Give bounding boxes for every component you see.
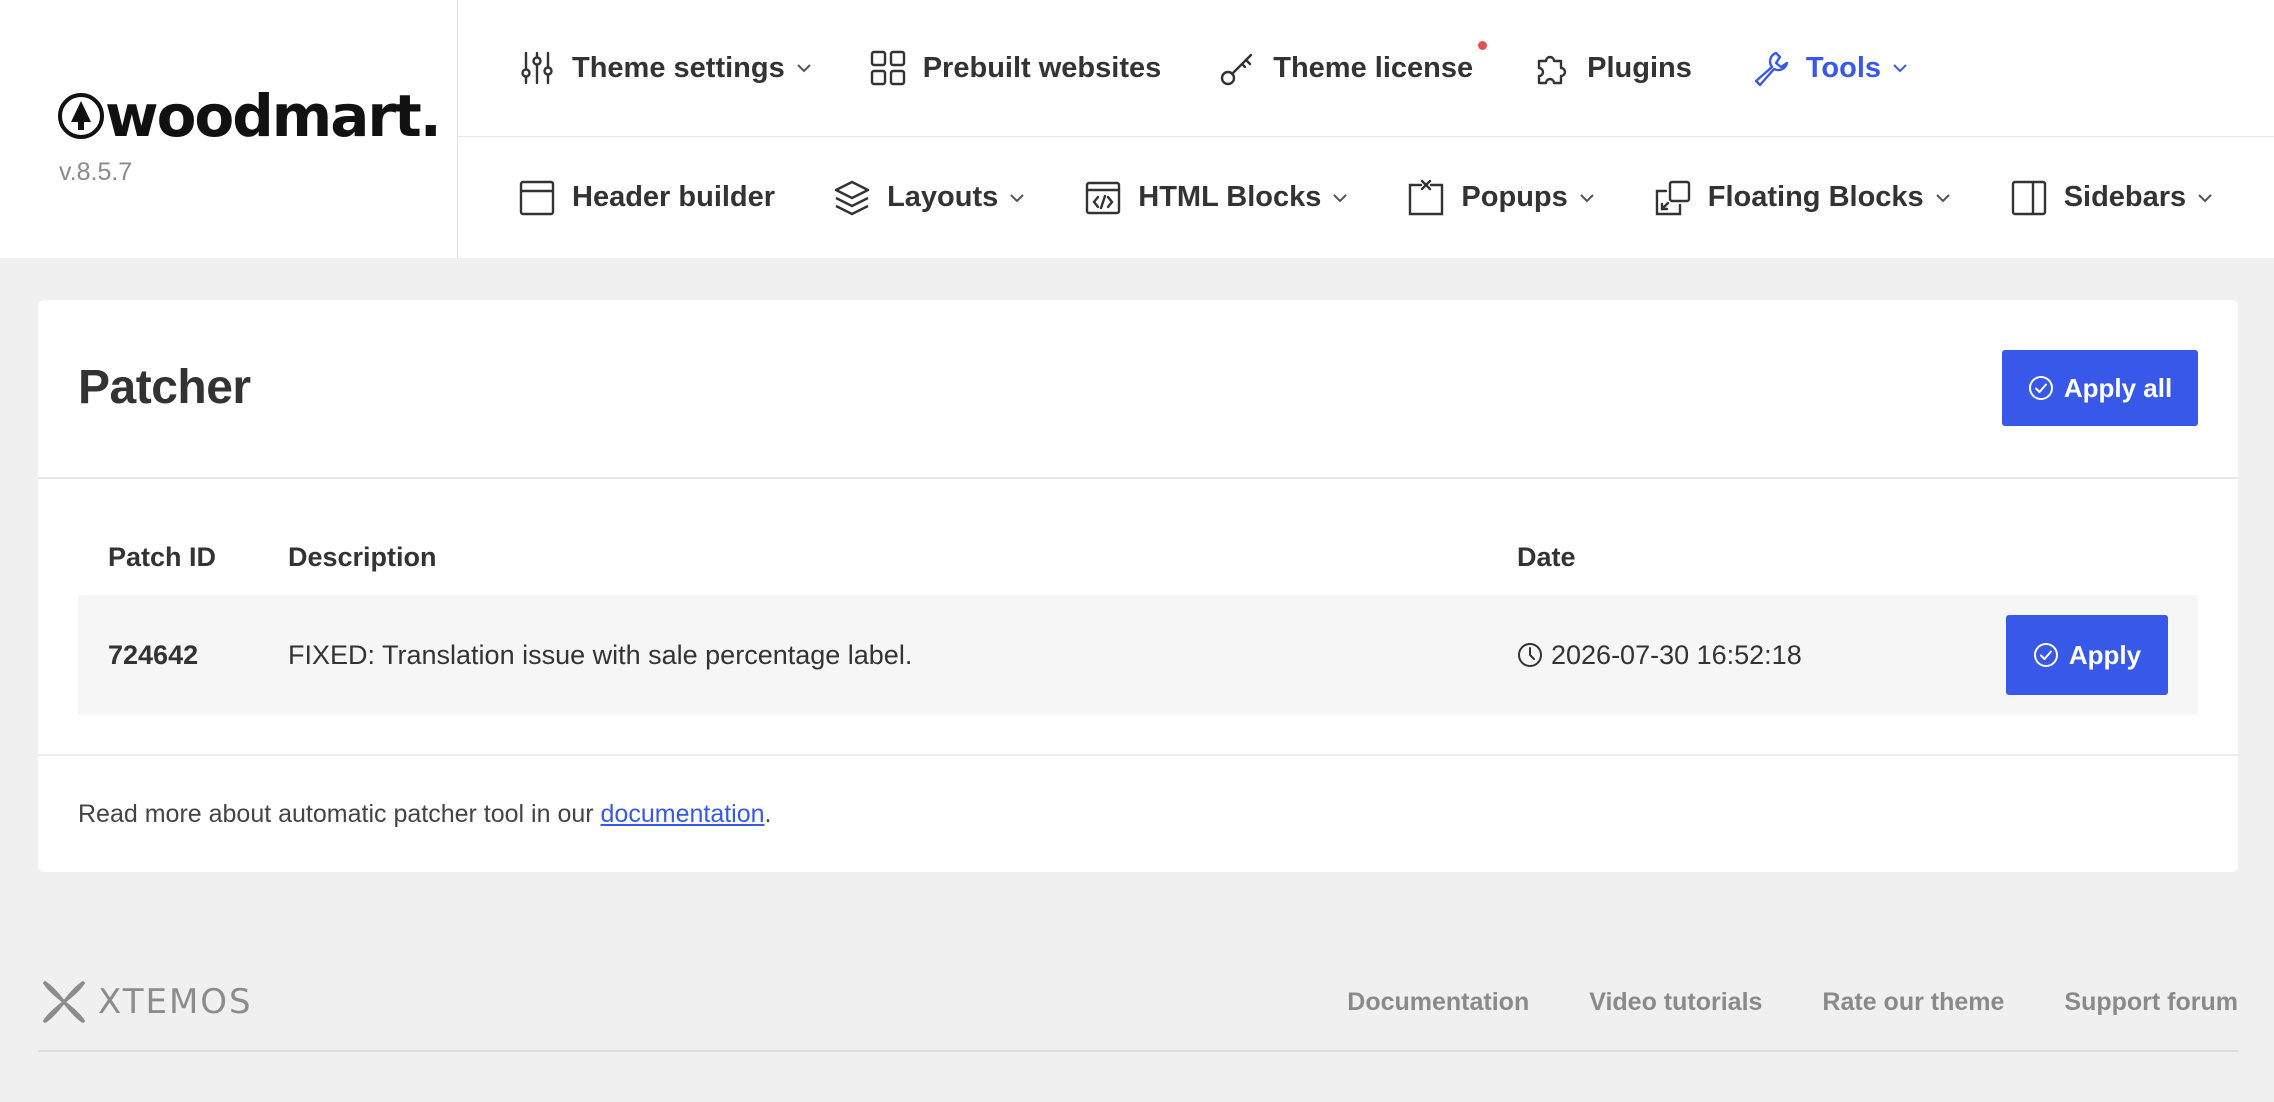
column-header-date: Date: [1517, 542, 1576, 572]
chevron-down-icon: [1891, 59, 1909, 77]
nav-label: Header builder: [572, 181, 776, 213]
nav-tools[interactable]: Tools: [1752, 49, 1909, 87]
nav-row-primary: Theme settings Prebuilt websites Theme l…: [458, 0, 2274, 137]
apply-patch-label: Apply: [2068, 639, 2142, 670]
xtemos-wordmark: XTEMOS: [98, 982, 253, 1022]
footer-link-documentation[interactable]: Documentation: [1347, 988, 1529, 1017]
floating-icon: [1654, 179, 1692, 217]
nav-plugins[interactable]: Plugins: [1533, 49, 1692, 87]
apply-all-label: Apply all: [2063, 372, 2173, 403]
nav-label: HTML Blocks: [1138, 181, 1322, 213]
sliders-icon: [518, 49, 556, 87]
nav-prebuilt-websites[interactable]: Prebuilt websites: [869, 49, 1162, 87]
xtemos-logo[interactable]: XTEMOS: [38, 976, 253, 1028]
table-row: 724642 FIXED: Translation issue with sal…: [78, 595, 2198, 715]
nav-theme-settings[interactable]: Theme settings: [518, 49, 813, 87]
tree-logo-icon: [58, 93, 104, 139]
grid-icon: [869, 49, 907, 87]
nav-html-blocks[interactable]: HTML Blocks: [1084, 179, 1349, 217]
wrench-icon: [1752, 49, 1790, 87]
nav-label: Theme settings: [572, 51, 785, 84]
check-circle-icon: [2033, 642, 2059, 668]
chevron-down-icon: [1578, 189, 1596, 207]
nav-label: Floating Blocks: [1707, 181, 1924, 213]
nav-label: Plugins: [1587, 51, 1692, 84]
chevron-down-icon: [1331, 189, 1349, 207]
apply-patch-button[interactable]: Apply: [2006, 615, 2168, 695]
header-icon: [518, 179, 556, 217]
nav-popups[interactable]: Popups: [1407, 179, 1595, 217]
patch-description: FIXED: Translation issue with sale perce…: [288, 639, 913, 670]
key-icon: [1219, 49, 1257, 87]
card-footer: Read more about automatic patcher tool i…: [38, 754, 2238, 872]
chevron-down-icon: [1934, 189, 1952, 207]
nav-theme-license[interactable]: Theme license: [1219, 41, 1488, 87]
patch-date: 2026-07-30 16:52:18: [1517, 640, 1977, 671]
clock-icon: [1517, 642, 1543, 668]
patch-id: 724642: [108, 639, 199, 670]
footer-link-support-forum[interactable]: Support forum: [2064, 988, 2238, 1017]
page-title: Patcher: [78, 361, 251, 414]
chevron-down-icon: [1008, 189, 1026, 207]
layers-icon: [833, 179, 871, 217]
nav-label: Popups: [1461, 181, 1568, 213]
footer-links: Documentation Video tutorials Rate our t…: [1287, 988, 2238, 1017]
nav-layouts[interactable]: Layouts: [833, 179, 1026, 217]
chevron-down-icon: [2196, 189, 2214, 207]
nav-header-builder[interactable]: Header builder: [518, 179, 775, 217]
main-nav: Theme settings Prebuilt websites Theme l…: [458, 0, 2274, 258]
brand-panel: woodmart. v.8.5.7: [0, 0, 458, 258]
patch-date-value: 2026-07-30 16:52:18: [1551, 639, 1802, 670]
chevron-down-icon: [795, 59, 813, 77]
code-icon: [1084, 179, 1122, 217]
puzzle-icon: [1533, 49, 1571, 87]
sidebar-icon: [2010, 179, 2048, 217]
theme-version: v.8.5.7: [59, 158, 133, 186]
footer-link-video-tutorials[interactable]: Video tutorials: [1589, 988, 1762, 1017]
documentation-note: Read more about automatic patcher tool i…: [78, 800, 772, 828]
top-bar: woodmart. v.8.5.7 Theme settings Prebuil…: [0, 0, 2274, 258]
patches-table: Patch ID Description Date 724642 FIXED: …: [78, 520, 2198, 715]
nav-sidebars[interactable]: Sidebars: [2010, 179, 2215, 217]
nav-label: Prebuilt websites: [922, 51, 1162, 84]
nav-label: Layouts: [887, 181, 999, 213]
nav-label: Tools: [1805, 51, 1882, 84]
nav-label: Theme license: [1273, 51, 1474, 84]
woodmart-logo[interactable]: woodmart.: [57, 82, 442, 150]
brand-name: woodmart.: [105, 82, 442, 150]
column-header-patch-id: Patch ID: [108, 542, 217, 572]
nav-row-secondary: Header builder Layouts HTML Blocks Popup…: [458, 137, 2274, 258]
footer-link-rate-our-theme[interactable]: Rate our theme: [1822, 988, 2004, 1017]
notification-dot: [1478, 41, 1488, 50]
table-header: Patch ID Description Date: [78, 520, 2198, 595]
popup-icon: [1407, 179, 1445, 217]
xtemos-mark-icon: [42, 980, 86, 1024]
nav-floating-blocks[interactable]: Floating Blocks: [1654, 179, 1952, 217]
documentation-link[interactable]: documentation: [601, 800, 765, 828]
card-header: Patcher Apply all: [38, 300, 2238, 479]
page-footer: XTEMOS Documentation Video tutorials Rat…: [38, 970, 2238, 1052]
apply-all-button[interactable]: Apply all: [2002, 350, 2198, 426]
patcher-card: Patcher Apply all Patch ID Description D…: [38, 300, 2238, 872]
column-header-description: Description: [288, 542, 437, 572]
nav-label: Sidebars: [2063, 181, 2187, 213]
check-circle-icon: [2028, 375, 2054, 401]
